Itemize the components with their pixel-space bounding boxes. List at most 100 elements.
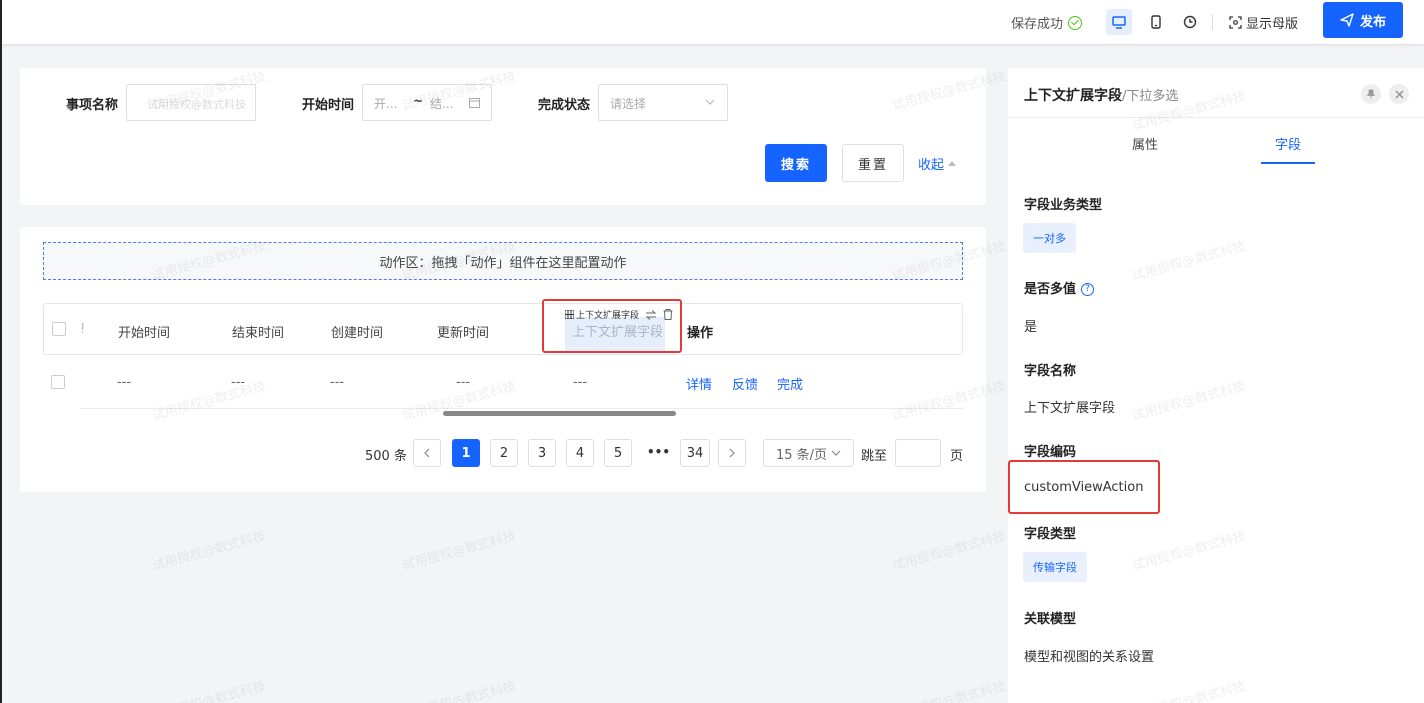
reset-button[interactable]: 重置 [842,144,904,182]
page-2-button[interactable]: 2 [490,439,518,467]
phone-icon [1151,15,1161,29]
pin-button[interactable] [1361,84,1381,104]
collapse-link[interactable]: 收起 [918,154,957,173]
field-name-label: 字段名称 [1024,364,1077,379]
publish-button[interactable]: 发布 [1323,2,1403,38]
status-label: 完成状态 [538,98,591,113]
cell-context-field: --- [573,375,588,390]
save-status-text: 保存成功 [1011,17,1064,32]
chevron-right-icon [729,448,735,458]
multi-value-label: 是否多值 [1024,282,1077,297]
page-size-label: 15 条/页 [775,447,828,463]
question-circle-icon[interactable]: ? [1081,283,1095,296]
prev-page-button[interactable] [413,439,441,467]
show-master-label: 显示母版 [1246,17,1299,32]
action-zone-text: 动作区：拖拽「动作」组件在这里配置动作 [379,255,627,271]
focus-frame-icon [1229,16,1242,29]
mobile-view-button[interactable] [1143,9,1169,35]
item-name-label: 事项名称 [66,98,119,113]
status-placeholder: 请选择 [610,97,647,111]
cell-start-time: --- [117,375,132,390]
collapse-label: 收起 [918,158,945,173]
item-name-placeholder: 试用授权@数式科技 [147,98,246,111]
column-actions[interactable]: 操作 [687,322,713,341]
watermark-text: 试用授权@数式科技 [400,679,518,703]
cell-end-time: --- [231,375,246,390]
publish-label: 发布 [1359,14,1386,30]
panel-header-divider [1008,117,1424,118]
date-range-picker[interactable]: 开... ~ 结... [362,84,492,121]
column-updated-time[interactable]: 更新时间 [437,322,489,341]
biz-type-tag: 一对多 [1023,223,1076,253]
complete-link[interactable]: 完成 [777,374,803,393]
column-start-time[interactable]: 开始时间 [118,322,170,341]
field-type-label: 字段类型 [1024,527,1077,542]
jump-label: 跳至 [861,449,888,464]
column-created-time[interactable]: 创建时间 [331,322,383,341]
related-model-label: 关联模型 [1024,612,1077,627]
cell-created-time: --- [330,375,345,390]
start-date-placeholder: 开... [374,97,398,111]
status-select[interactable]: 请选择 [598,84,728,121]
send-icon [1340,13,1354,27]
save-status: 保存成功 [1011,13,1083,32]
scrollbar-thumb[interactable] [443,411,676,416]
watermark-text: 试用授权@数式科技 [890,679,1008,703]
page-3-button[interactable]: 3 [528,439,556,467]
field-name-value: 上下文扩展字段 [1024,401,1116,416]
active-tab-indicator [1261,162,1315,164]
cell-updated-time: --- [456,375,471,390]
chevron-down-icon [831,450,841,456]
toolbar-divider [1212,14,1213,30]
multi-value: 是 [1024,320,1038,335]
search-form-card: 事项名称 试用授权@数式科技 开始时间 开... ~ 结... 完成状态 请选择… [20,68,986,205]
multi-value-label-row: 是否多值? [1024,278,1095,297]
watermark-text: 试用授权@数式科技 [890,529,1008,574]
column-end-time[interactable]: 结束时间 [232,322,284,341]
top-toolbar: 保存成功 显示母版 发布 [0,0,1424,45]
show-master-button[interactable]: 显示母版 [1229,13,1298,32]
start-time-label: 开始时间 [302,98,355,113]
caret-up-icon [948,161,957,166]
close-panel-button[interactable] [1389,84,1409,104]
end-date-placeholder: 结... [430,97,454,111]
page-1-button[interactable]: 1 [452,439,480,467]
check-circle-icon [1068,15,1083,30]
field-type-tag: 传输字段 [1023,552,1087,582]
watermark-text: 试用授权@数式科技 [150,679,268,703]
table-header: ! 开始时间 结束时间 创建时间 更新时间 操作 [43,303,963,355]
select-all-checkbox[interactable] [52,322,66,336]
monitor-icon [1112,15,1126,29]
action-drop-zone[interactable]: 动作区：拖拽「动作」组件在这里配置动作 [43,242,963,280]
tab-properties[interactable]: 属性 [1132,134,1158,153]
pagination-ellipsis[interactable]: ••• [647,445,670,459]
field-code-label: 字段编码 [1024,445,1077,460]
detail-link[interactable]: 详情 [686,374,712,393]
calendar-icon [469,98,480,108]
watermark-text: 试用授权@数式科技 [150,529,268,574]
page-suffix: 页 [950,449,964,464]
tab-field[interactable]: 字段 [1275,134,1301,153]
next-page-button[interactable] [718,439,746,467]
panel-title-sub: /下拉多选 [1122,89,1179,104]
chevron-down-icon [705,99,715,105]
pagination-total: 500 条 [365,449,407,464]
row-checkbox[interactable] [51,375,65,389]
chevron-left-icon [424,448,430,458]
range-separator: ~ [413,94,424,108]
feedback-link[interactable]: 反馈 [732,374,758,393]
page-last-button[interactable]: 34 [680,439,710,467]
close-icon [1395,90,1403,98]
page-4-button[interactable]: 4 [566,439,594,467]
search-button[interactable]: 搜索 [765,144,827,182]
watermark-text: 试用授权@数式科技 [400,529,518,574]
desktop-view-button[interactable] [1106,9,1132,35]
page-size-select[interactable]: 15 条/页 [763,439,854,467]
history-button[interactable] [1177,9,1203,35]
panel-title-main: 上下文扩展字段 [1024,88,1122,104]
item-name-input[interactable]: 试用授权@数式科技 [126,84,256,121]
page-5-button[interactable]: 5 [604,439,632,467]
column-selection-highlight [542,299,682,353]
clock-icon [1183,15,1197,29]
jump-page-input[interactable] [895,439,941,467]
